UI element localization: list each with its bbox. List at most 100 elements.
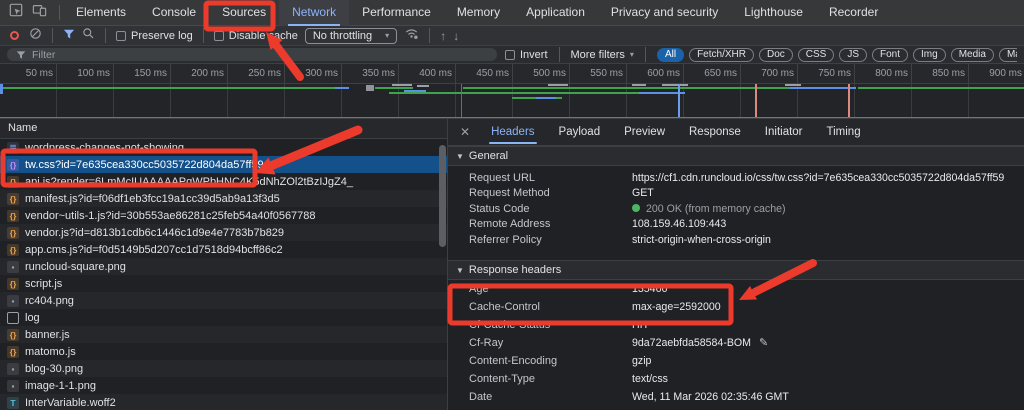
general-section-header[interactable]: ▼General [448,146,1024,166]
devtools-panel-tab[interactable]: Privacy and security [598,0,731,26]
timeline-tick-label: 550 ms [567,68,623,79]
triangle-down-icon: ▼ [456,266,464,275]
details-tab[interactable]: Timing [815,119,873,146]
details-tab[interactable]: Headers [479,119,546,146]
request-row[interactable]: ▪ rc404.png [0,292,447,309]
details-tab[interactable]: Initiator [753,119,815,146]
devtools-panel-tab[interactable]: Network [279,0,349,26]
search-icon[interactable] [82,27,95,45]
scrollbar-thumb[interactable] [439,145,446,247]
devtools-panel-tab[interactable]: Application [513,0,598,26]
filter-input[interactable]: Filter [7,48,497,61]
details-tab[interactable]: Response [677,119,753,146]
header-value: HIT [632,319,649,331]
request-row[interactable]: {} manifest.js?id=f06df1eb3fcc19a1cc39d5… [0,190,447,207]
request-row[interactable]: ▪ runcloud-square.png [0,258,447,275]
request-type-chip[interactable]: Doc [759,48,793,62]
devtools-panel-tab[interactable]: Recorder [816,0,891,26]
request-row[interactable]: {} banner.js [0,326,447,343]
close-icon[interactable]: ✕ [460,125,470,139]
name-column-header[interactable]: Name [0,119,447,139]
devtools-panel-tab[interactable]: Sources [209,0,279,26]
network-main: Name ≣ wordpress-changes-not-showing {} … [0,119,1024,410]
toolbar-left-icons [0,3,56,22]
request-row[interactable]: {} tw.css?id=7e635cea330cc5035722d804da5… [0,156,447,173]
request-rows: ≣ wordpress-changes-not-showing {} tw.cs… [0,139,447,410]
timeline-tick-label: 450 ms [453,68,509,79]
request-type-chip[interactable]: All [657,48,684,62]
request-row[interactable]: {} vendor~utils-1.js?id=30b553ae86281c25… [0,207,447,224]
waterfall-bar [632,84,646,86]
request-name: blog-30.png [25,363,83,375]
request-row[interactable]: {} app.cms.js?id=f0d5149b5d207cc1d7518d9… [0,241,447,258]
request-type-chip[interactable]: Font [872,48,908,62]
invert-toggle[interactable]: Invert [505,49,548,61]
header-name: Cf-Ray [448,337,632,349]
resource-type-icon: ▪ [7,295,19,307]
disable-cache-label: Disable cache [229,30,298,42]
devtools-panel-tab[interactable]: Performance [349,0,444,26]
devtools-panel-tab[interactable]: Elements [63,0,139,26]
inspect-element-icon[interactable] [9,3,23,22]
request-row[interactable]: ▪ blog-30.png [0,360,447,377]
header-value: 9da72aebfda58584-BOM [632,337,751,349]
device-toolbar-icon[interactable] [32,3,47,22]
request-type-chip[interactable]: Manifest [999,48,1017,62]
import-har-icon[interactable]: ↑ [440,30,446,42]
throttling-select[interactable]: No throttling ▾ [305,28,397,44]
request-type-chip[interactable]: JS [839,48,867,62]
timeline-tick-label: 100 ms [54,68,110,79]
more-filters-button[interactable]: More filters ▾ [571,49,634,61]
filter-toggle-icon[interactable] [63,27,75,45]
devtools-panel-tab[interactable]: Console [139,0,209,26]
request-row[interactable]: {} vendor.js?id=d813b1cdb6c1446c1d9e4e77… [0,224,447,241]
devtools-panel-tab[interactable]: Memory [444,0,513,26]
preserve-log-toggle[interactable]: Preserve log [116,30,193,42]
request-row[interactable]: log [0,309,447,326]
request-row[interactable]: {} api.js?render=6LmMcIUAAAAAPqWPbHNC4K5… [0,173,447,190]
triangle-down-icon: ▼ [456,152,464,161]
disable-cache-checkbox[interactable] [214,31,224,41]
header-value: https://cf1.cdn.runcloud.io/css/tw.css?i… [632,172,1004,184]
preserve-log-checkbox[interactable] [116,31,126,41]
request-type-chips: All Fetch/XHR Doc CSS JS Font Img Media Manifest… [657,48,1017,62]
response-headers-section-header[interactable]: ▼Response headers [448,260,1024,280]
waterfall-bar [2,87,335,89]
request-row[interactable]: {} matomo.js [0,343,447,360]
disable-cache-toggle[interactable]: Disable cache [214,30,298,42]
resource-type-icon: {} [7,329,19,341]
clear-network-log-icon[interactable] [29,27,42,45]
filter-placeholder: Filter [32,49,55,61]
header-row: Referrer Policy strict-origin-when-cross… [448,232,1024,248]
waterfall-bar [0,84,3,94]
request-type-chip[interactable]: Media [951,48,994,62]
request-type-chip[interactable]: Img [913,48,946,62]
resource-type-icon: ▪ [7,380,19,392]
request-name: image-1-1.png [25,380,96,392]
request-row[interactable]: {} script.js [0,275,447,292]
request-name: vendor~utils-1.js?id=30b553ae86281c25feb… [25,210,316,222]
devtools-panel-tab[interactable]: Lighthouse [731,0,816,26]
network-conditions-icon[interactable] [404,26,419,45]
record-network-log-button[interactable] [10,31,19,40]
invert-checkbox[interactable] [505,50,515,60]
header-row: Cf-Cache-Status HIT [448,316,1024,334]
network-overview[interactable] [0,84,1024,119]
request-row[interactable]: ≣ wordpress-changes-not-showing [0,139,447,156]
request-list-scrollbar[interactable] [439,141,446,407]
request-row[interactable]: ▪ image-1-1.png [0,377,447,394]
request-row[interactable]: T InterVariable.woff2 [0,394,447,410]
details-tab[interactable]: Payload [547,119,613,146]
request-name: script.js [25,278,62,290]
request-type-chip[interactable]: Fetch/XHR [689,48,754,62]
timeline-ruler[interactable]: 50 ms100 ms150 ms200 ms250 ms300 ms350 m… [0,64,1024,84]
filter-funnel-icon [16,50,26,60]
request-name: banner.js [25,329,70,341]
request-type-chip[interactable]: CSS [798,48,835,62]
export-har-icon[interactable]: ↓ [453,30,459,42]
resource-type-icon [7,312,19,324]
request-name: tw.css?id=7e635cea330cc5035722d804da57ff… [25,159,264,171]
edit-pencil-icon[interactable]: ✎ [759,336,768,349]
timeline-tick-label: 750 ms [795,68,851,79]
details-tab[interactable]: Preview [612,119,677,146]
